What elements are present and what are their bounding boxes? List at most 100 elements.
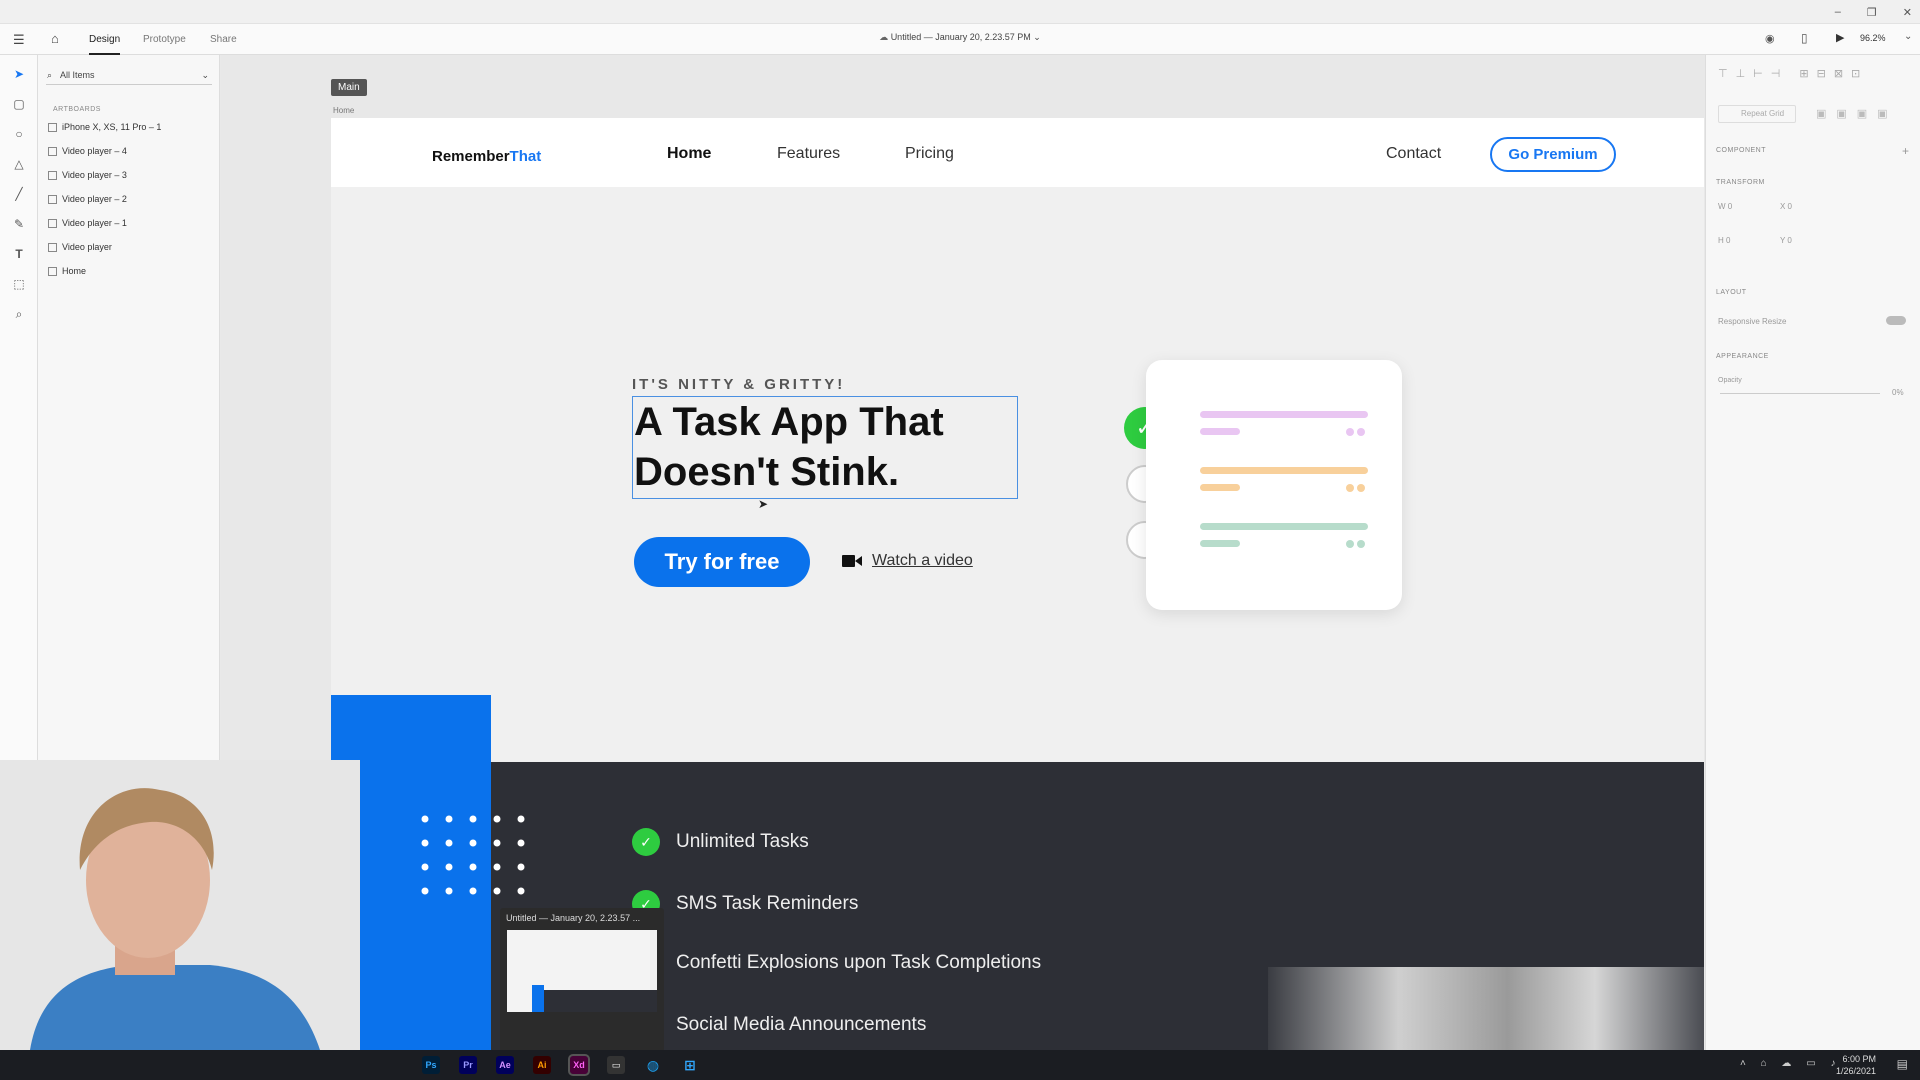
system-tray-icons[interactable]: ˄ ⌂ ☁ ▭ ♪ — [1740, 1058, 1841, 1069]
taskbar-thumbnail[interactable]: Untitled — January 20, 2.23.57 ... — [500, 908, 664, 1052]
nav-contact[interactable]: Contact — [1386, 145, 1441, 163]
boolean-icons[interactable]: ▣▣▣▣ — [1816, 107, 1898, 120]
ellipse-tool-icon[interactable]: ○ — [10, 125, 28, 143]
zoom-chevron-icon[interactable]: ⌄ — [1904, 31, 1912, 42]
nav-home[interactable]: Home — [667, 145, 711, 163]
headline-line-2: Doesn't Stink. — [634, 450, 900, 494]
feature-label: Unlimited Tasks — [676, 831, 809, 852]
layer-item[interactable]: Video player – 2 — [48, 191, 127, 207]
artboard-tool-icon[interactable]: ⬚ — [10, 275, 28, 293]
chevron-down-icon: ⌄ — [1033, 32, 1041, 42]
zoom-tool-icon[interactable]: ⌕ — [10, 305, 28, 323]
artboards-section-label: ARTBOARDS — [53, 106, 101, 113]
thumbnail-blue-block — [532, 985, 544, 1012]
task-bar — [1200, 467, 1368, 474]
close-button[interactable]: ✕ — [1903, 6, 1912, 19]
layer-item[interactable]: Video player — [48, 239, 112, 255]
device-preview-icon[interactable]: ▯ — [1801, 31, 1808, 45]
task-dot — [1357, 484, 1365, 492]
xd-app[interactable]: Xd — [568, 1054, 590, 1076]
feature-item[interactable]: Social Media Announcements — [632, 1014, 926, 1036]
task-dot — [1346, 428, 1354, 436]
line-tool-icon[interactable]: ╱ — [10, 185, 28, 203]
feature-label: SMS Task Reminders — [676, 893, 859, 914]
photoshop-app[interactable]: Ps — [422, 1056, 440, 1074]
document-title[interactable]: ☁ Untitled — January 20, 2.23.57 PM ⌄ — [0, 32, 1920, 43]
layer-item[interactable]: Home — [48, 263, 86, 279]
check-icon: ✓ — [632, 828, 660, 856]
feature-label: Social Media Announcements — [676, 1014, 927, 1035]
watch-video-link[interactable]: Watch a video — [842, 552, 973, 570]
thumbnail-preview — [507, 930, 657, 1012]
appearance-label: APPEARANCE — [1716, 353, 1769, 360]
nav-features[interactable]: Features — [777, 145, 840, 163]
windows-app-icon[interactable]: ⊞ — [681, 1056, 699, 1074]
clock-date: 1/26/2021 — [1835, 1066, 1876, 1076]
responsive-resize-toggle[interactable] — [1886, 316, 1906, 325]
webcam-overlay — [0, 760, 360, 1050]
text-tool-icon[interactable]: T — [10, 245, 28, 263]
clock[interactable]: 6:00 PM 1/26/2021 — [1836, 1053, 1876, 1077]
y-field[interactable]: Y 0 — [1780, 236, 1792, 245]
select-tool-icon[interactable]: ➤ — [10, 65, 28, 83]
go-premium-button[interactable]: Go Premium — [1490, 137, 1616, 172]
add-component-icon[interactable]: + — [1902, 144, 1909, 158]
cloud-icon: ☁ — [879, 32, 891, 42]
task-dot — [1357, 428, 1365, 436]
illustrator-app[interactable]: Ai — [533, 1056, 551, 1074]
thumbnail-title: Untitled — January 20, 2.23.57 ... — [506, 913, 641, 923]
task-bar — [1200, 484, 1240, 491]
feature-item[interactable]: ✓ SMS Task Reminders — [632, 890, 858, 918]
premiere-app[interactable]: Pr — [459, 1056, 477, 1074]
artboard-tag[interactable]: Main — [331, 79, 367, 96]
try-for-free-button[interactable]: Try for free — [634, 537, 810, 587]
align-icons[interactable]: ⊤⊥⊢⊣ ⊞⊟⊠⊡ — [1718, 67, 1868, 80]
restore-button[interactable]: ❐ — [1867, 6, 1877, 19]
logo-main: Remember — [432, 148, 510, 165]
task-dot — [1357, 540, 1365, 548]
watch-video-label: Watch a video — [872, 552, 973, 569]
play-icon[interactable]: ▶ — [1836, 31, 1844, 44]
opacity-value[interactable]: 0% — [1892, 388, 1904, 397]
property-inspector: ⊤⊥⊢⊣ ⊞⊟⊠⊡ Repeat Grid ▣▣▣▣ COMPONENT + T… — [1705, 55, 1920, 1050]
rectangle-tool-icon[interactable]: ▢ — [10, 95, 28, 113]
layer-item[interactable]: Video player – 1 — [48, 215, 127, 231]
layer-item[interactable]: Video player – 3 — [48, 167, 127, 183]
feature-item[interactable]: Confetti Explosions upon Task Completion… — [632, 952, 1041, 974]
document-title-text: Untitled — January 20, 2.23.57 PM — [890, 32, 1031, 42]
nav-pricing[interactable]: Pricing — [905, 145, 954, 163]
height-field[interactable]: H 0 — [1718, 236, 1730, 245]
search-placeholder: All Items — [60, 70, 95, 80]
zoom-level[interactable]: 96.2% — [1860, 33, 1886, 43]
feature-label: Confetti Explosions upon Task Completion… — [676, 952, 1042, 973]
layer-item[interactable]: iPhone X, XS, 11 Pro – 1 — [48, 119, 161, 135]
feature-item[interactable]: ✓ Unlimited Tasks — [632, 828, 809, 856]
opacity-slider[interactable] — [1720, 393, 1880, 394]
hero-headline[interactable]: A Task App That Doesn't Stink. — [632, 396, 1018, 499]
site-logo[interactable]: RememberThat — [432, 148, 541, 165]
windows-taskbar: Ps Pr Ae Ai Xd ▭ ◍ ⊞ ˄ ⌂ ☁ ▭ ♪ 6:00 PM 1… — [0, 1050, 1920, 1080]
hero-eyebrow[interactable]: IT'S NITTY & GRITTY! — [632, 376, 845, 393]
width-field[interactable]: W 0 — [1718, 202, 1732, 211]
notification-icon[interactable]: ▤ — [1897, 1057, 1908, 1071]
layers-search-input[interactable]: ⌕ All Items ⌄ — [46, 65, 212, 85]
headline-line-1: A Task App That — [634, 400, 944, 444]
artboard-name[interactable]: Home — [333, 106, 354, 115]
terminal-app-icon[interactable]: ▭ — [607, 1056, 625, 1074]
component-label: COMPONENT — [1716, 147, 1766, 154]
presenter-video — [0, 760, 360, 1050]
pen-tool-icon[interactable]: ✎ — [10, 215, 28, 233]
filter-chevron-icon[interactable]: ⌄ — [201, 65, 209, 85]
task-dot — [1346, 540, 1354, 548]
after-effects-app[interactable]: Ae — [496, 1056, 514, 1074]
clock-time: 6:00 PM — [1842, 1054, 1876, 1064]
repeat-grid-button[interactable]: Repeat Grid — [1718, 105, 1796, 123]
user-icon[interactable]: ◉ — [1765, 32, 1775, 45]
layer-item[interactable]: Video player – 4 — [48, 143, 127, 159]
minimize-button[interactable]: – — [1835, 6, 1841, 18]
polygon-tool-icon[interactable]: △ — [10, 155, 28, 173]
video-camera-icon — [842, 554, 862, 568]
app-bar: ☰ ⌂ Design Prototype Share ☁ Untitled — … — [0, 24, 1920, 55]
browser-app-icon[interactable]: ◍ — [644, 1056, 662, 1074]
x-field[interactable]: X 0 — [1780, 202, 1792, 211]
